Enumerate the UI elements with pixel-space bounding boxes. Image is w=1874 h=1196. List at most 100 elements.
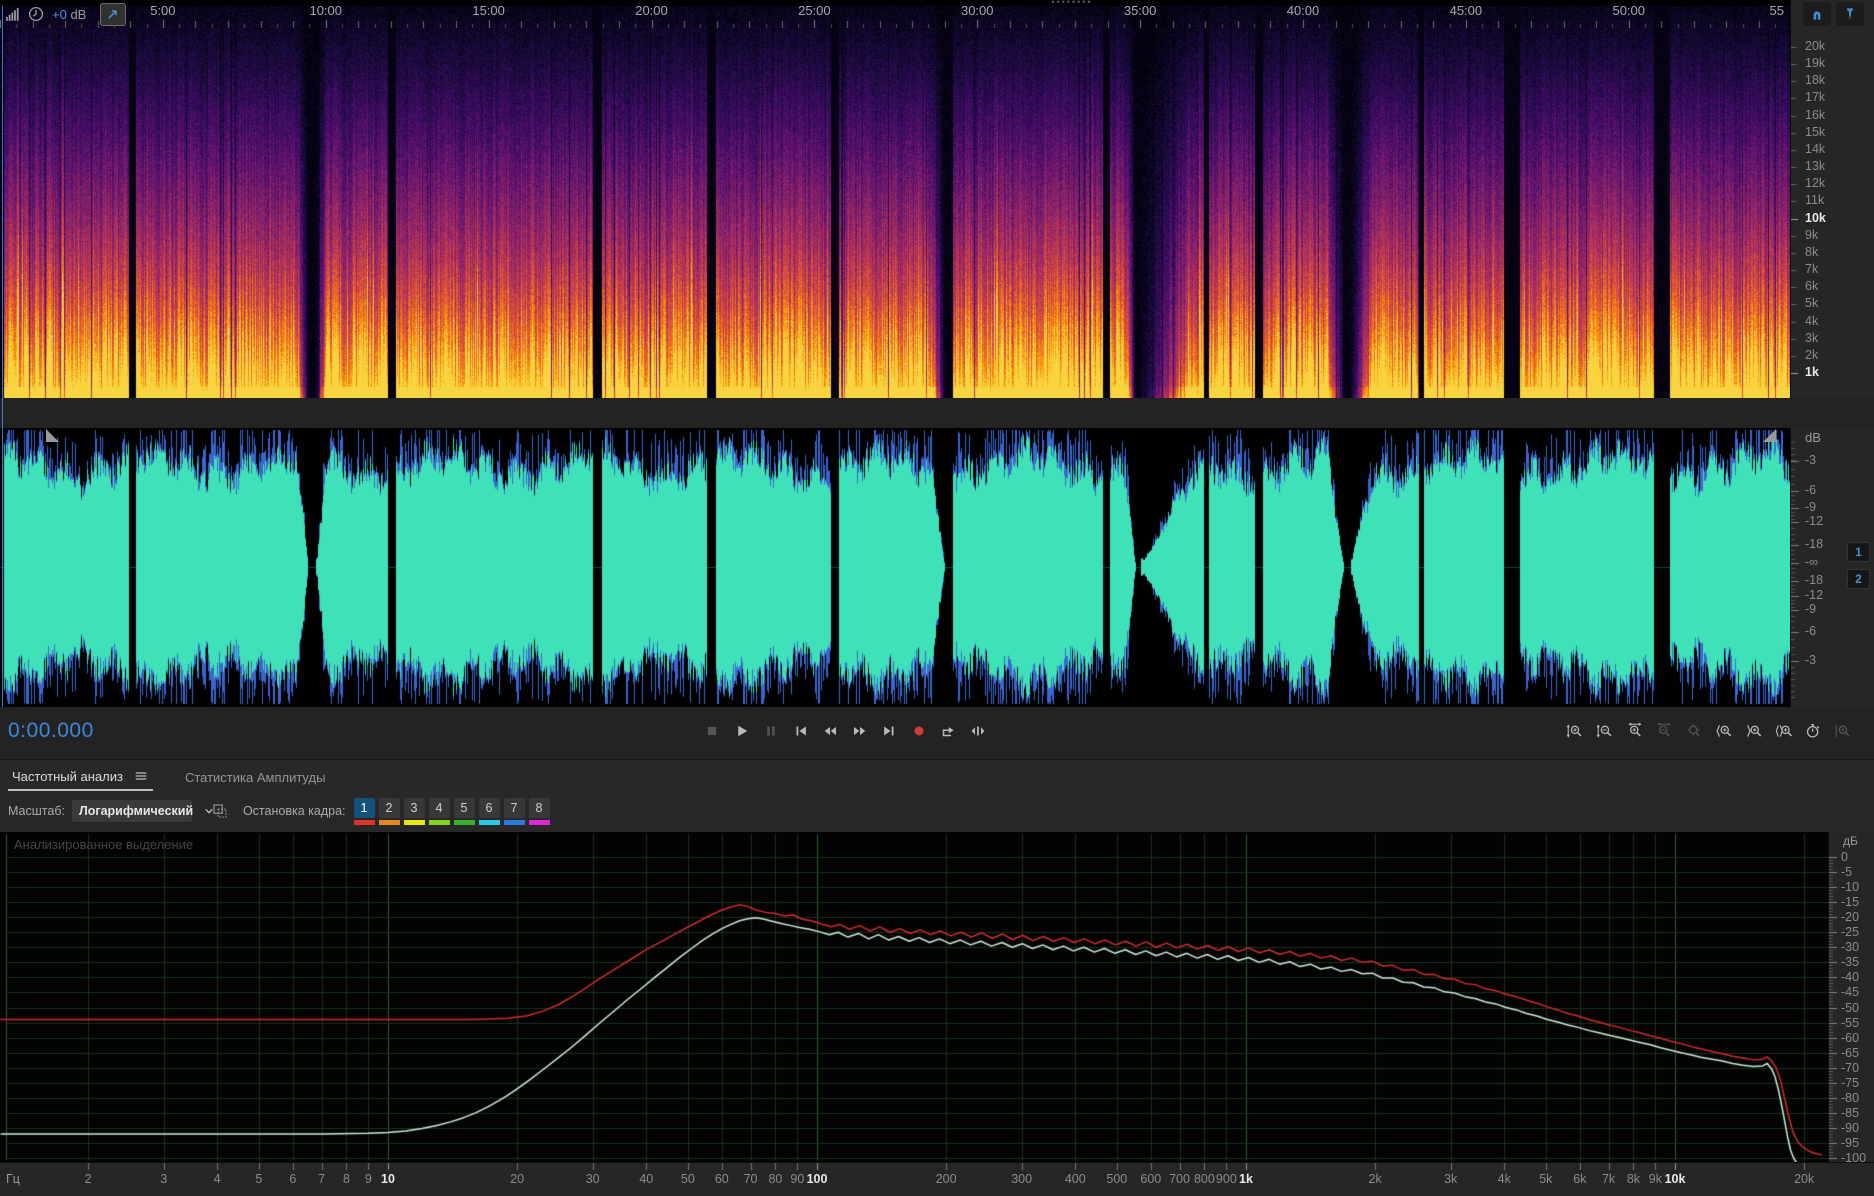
rewind-button[interactable] bbox=[818, 720, 842, 742]
waveform-canvas[interactable] bbox=[0, 428, 1790, 707]
zoom-full-reset-button[interactable] bbox=[1682, 720, 1706, 742]
timed-record-button[interactable] bbox=[1801, 720, 1825, 742]
hold-button-6[interactable]: 6 bbox=[478, 797, 500, 825]
ruler-label: 20:00 bbox=[635, 3, 668, 18]
scale-dropdown[interactable]: Логарифмический bbox=[70, 799, 213, 823]
scale-label: Масштаб: bbox=[8, 804, 65, 818]
tab-amplitude-statistics[interactable]: Статистика Амплитуды bbox=[181, 764, 329, 790]
frequency-axis-label: 10k bbox=[1664, 1172, 1686, 1186]
hold-button-2[interactable]: 2 bbox=[378, 797, 400, 825]
hold-button-number: 3 bbox=[403, 797, 425, 818]
skip-selection-button[interactable] bbox=[966, 720, 990, 742]
db-scale-label: -60 bbox=[1841, 1030, 1860, 1045]
hold-button-1[interactable]: 1 bbox=[353, 797, 375, 825]
hold-button-number: 7 bbox=[503, 797, 525, 818]
stop-button[interactable] bbox=[700, 720, 724, 742]
hold-button-3[interactable]: 3 bbox=[403, 797, 425, 825]
db-scale-label: -30 bbox=[1841, 940, 1860, 955]
play-button[interactable] bbox=[730, 720, 754, 742]
frequency-axis-label: 300 bbox=[1011, 1172, 1033, 1186]
ruler-label: 5:00 bbox=[150, 3, 176, 18]
hold-button-5[interactable]: 5 bbox=[453, 797, 475, 825]
timeline-ruler[interactable]: +0 dB 55 5:00 10:00 15:00 20:00 25:00 30:00 35… bbox=[0, 0, 1874, 30]
frequency-axis-label: 400 bbox=[1064, 1172, 1086, 1186]
selection-corner-handle-left[interactable] bbox=[46, 429, 59, 442]
time-display[interactable]: 0:00.000 bbox=[8, 719, 94, 743]
selection-corner-handle-right[interactable] bbox=[1763, 429, 1776, 442]
tab-frequency-analysis[interactable]: Частотный анализ bbox=[8, 763, 153, 791]
frequency-scale-label: 13k bbox=[1805, 159, 1826, 174]
skip-to-start-button[interactable] bbox=[789, 720, 813, 742]
zoom-to-selection-button[interactable] bbox=[1772, 720, 1796, 742]
zoom-out-amplitude-button[interactable] bbox=[1593, 720, 1617, 742]
gain-unit: dB bbox=[70, 6, 87, 22]
gain-display[interactable]: +0 dB bbox=[52, 7, 86, 22]
db-scale-label: -5 bbox=[1841, 865, 1853, 880]
ruler-label: 10:00 bbox=[309, 3, 343, 18]
ruler-label: 30:00 bbox=[960, 3, 994, 18]
zoom-to-in-point-button[interactable] bbox=[1712, 720, 1736, 742]
hold-color-swatch bbox=[453, 819, 475, 825]
fast-forward-button[interactable] bbox=[848, 720, 872, 742]
hold-button-7[interactable]: 7 bbox=[503, 797, 525, 825]
ruler-label: 25:00 bbox=[798, 3, 831, 18]
scale-dropdown-value: Логарифмический bbox=[78, 804, 194, 818]
db-scale-label: -85 bbox=[1841, 1105, 1860, 1120]
zoom-reset-vertical-button[interactable] bbox=[1831, 720, 1855, 742]
frequency-plot: Анализированное выделение bbox=[0, 832, 1828, 1162]
marker-toggle[interactable] bbox=[1836, 2, 1864, 26]
auto-scroll-toggle[interactable] bbox=[100, 2, 127, 26]
channel-1-button[interactable]: 1 bbox=[1847, 542, 1870, 562]
frequency-scale-ticks bbox=[1791, 0, 1874, 398]
frequency-axis-label: 3k bbox=[1444, 1172, 1458, 1186]
pause-button[interactable] bbox=[759, 720, 783, 742]
frequency-scale-label: 2k bbox=[1805, 347, 1819, 362]
spectrogram-panel: •••••••• bbox=[0, 0, 1790, 398]
tab-label: Частотный анализ bbox=[12, 768, 123, 784]
clock-icon[interactable] bbox=[24, 2, 48, 26]
snapping-toggle[interactable] bbox=[1803, 2, 1831, 26]
db-scale-label: -65 bbox=[1841, 1045, 1860, 1060]
db-scale-label: -45 bbox=[1841, 985, 1860, 1000]
ruler-label: 40:00 bbox=[1286, 3, 1320, 18]
frequency-scale-label: 6k bbox=[1805, 279, 1819, 294]
hold-button-8[interactable]: 8 bbox=[528, 797, 550, 825]
spectrogram-canvas[interactable] bbox=[0, 6, 1790, 398]
analysis-controls: Масштаб: Логарифмический Остановка кадра… bbox=[0, 790, 1874, 832]
frequency-axis-label: 1k bbox=[1239, 1172, 1253, 1186]
ruler-label: 50:00 bbox=[1612, 3, 1646, 18]
frequency-axis-label: 2k bbox=[1368, 1172, 1382, 1186]
panel-menu-icon[interactable] bbox=[133, 768, 149, 784]
timeline-ticks bbox=[0, 0, 1790, 28]
db-scale-label: -75 bbox=[1841, 1075, 1860, 1090]
zoom-in-amplitude-button[interactable] bbox=[1563, 720, 1587, 742]
amplitude-scale-label: -3 bbox=[1805, 653, 1817, 667]
hold-button-4[interactable]: 4 bbox=[428, 797, 450, 825]
db-scale: дБ 0-5-10-15-20-25-30-35-40-45-50-55-60-… bbox=[1828, 832, 1874, 1165]
zoom-in-time-button[interactable] bbox=[1623, 720, 1647, 742]
channel-2-button[interactable]: 2 bbox=[1847, 569, 1870, 589]
amplitude-scale-label: -12 bbox=[1805, 588, 1824, 602]
record-button[interactable] bbox=[907, 720, 931, 742]
amplitude-scale-label: -18 bbox=[1805, 537, 1824, 551]
db-scale-label: -70 bbox=[1841, 1060, 1860, 1075]
frequency-axis-label: 2 bbox=[84, 1172, 92, 1186]
db-scale-label: -90 bbox=[1841, 1120, 1860, 1135]
db-scale-label: -25 bbox=[1841, 925, 1860, 940]
loop-playback-button[interactable] bbox=[936, 720, 960, 742]
amplitude-scale: dB -3-6-9-12-18-∞-18-12-9-6-312 bbox=[1790, 428, 1874, 707]
frequency-axis-label: 40 bbox=[639, 1172, 654, 1186]
frequency-axis-label: 4 bbox=[213, 1172, 221, 1186]
skip-to-end-button[interactable] bbox=[877, 720, 901, 742]
frequency-axis-unit: Гц bbox=[6, 1172, 20, 1186]
zoom-out-time-button[interactable] bbox=[1652, 720, 1676, 742]
zoom-to-out-point-button[interactable] bbox=[1742, 720, 1766, 742]
analyzed-selection-label: Анализированное выделение bbox=[14, 837, 194, 852]
frequency-axis-label: 4k bbox=[1497, 1172, 1511, 1186]
playhead[interactable] bbox=[2, 6, 3, 707]
hold-button-number: 2 bbox=[378, 797, 400, 818]
frequency-scale-label: 3k bbox=[1805, 330, 1819, 345]
hold-color-swatch bbox=[528, 819, 550, 825]
snapshot-button[interactable] bbox=[209, 800, 231, 822]
tab-label: Статистика Амплитуды bbox=[184, 769, 326, 785]
